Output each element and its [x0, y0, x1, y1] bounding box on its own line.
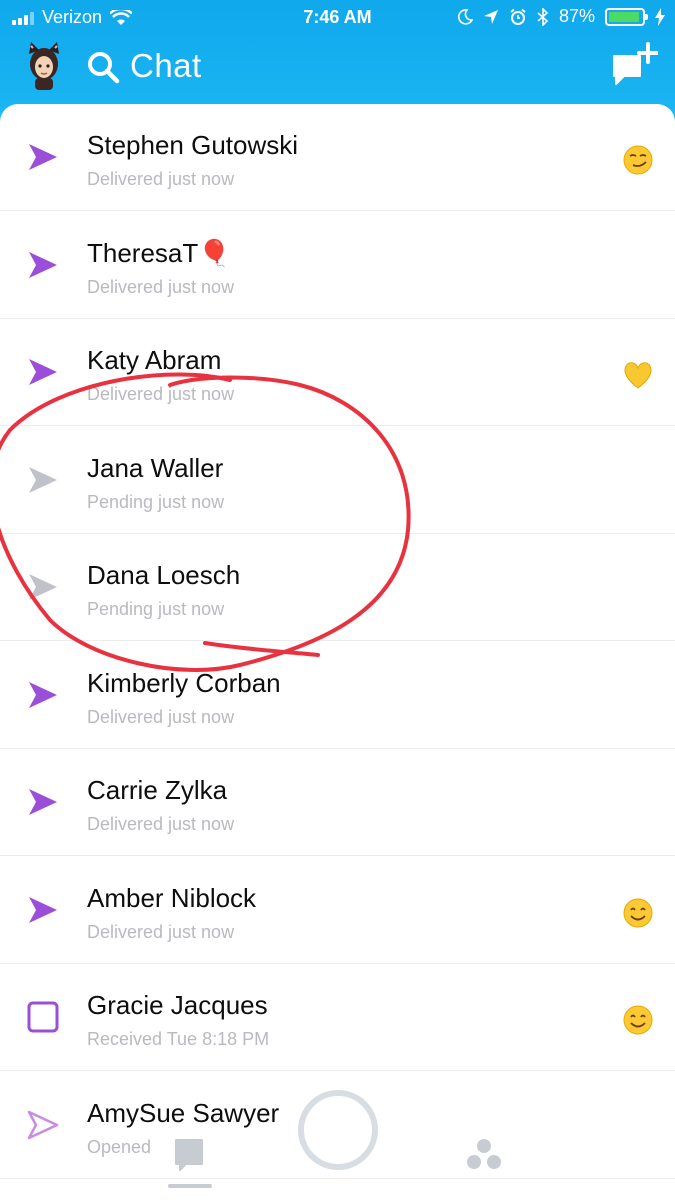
chat-row[interactable]: Amber Niblock Delivered just now [0, 857, 675, 964]
new-chat-icon[interactable] [610, 42, 658, 88]
chat-contact-name: Carrie Zylka [87, 775, 228, 805]
pending-arrow-icon [29, 574, 57, 600]
pending-arrow-icon [29, 466, 57, 493]
smirk-face-icon [623, 145, 653, 175]
chat-contact-name: Jana Waller [87, 452, 224, 483]
chat-row[interactable]: Dana Loesch Pending just now [0, 534, 675, 641]
chat-contact-name: Gracie Jacques [87, 990, 268, 1020]
alarm-icon [510, 8, 526, 25]
search-icon[interactable] [86, 50, 120, 84]
status-bar: Verizon 7:46 AM 87% [0, 0, 675, 36]
delivered-arrow-icon [29, 359, 57, 385]
chat-row[interactable]: Gracie Jacques Received Tue 8:18 PM [0, 964, 675, 1071]
opened-arrow-icon [27, 1110, 59, 1139]
chat-row[interactable]: Kimberly Corban Delivered just now [0, 642, 675, 749]
battery-percent: 87% [558, 6, 595, 26]
chat-header: Chat [0, 36, 675, 102]
chat-status-text: Delivered just now [87, 921, 235, 942]
delivered-arrow-icon [29, 789, 57, 815]
chat-contact-name: Dana Loesch [87, 560, 241, 590]
chat-status-text: Delivered just now [87, 276, 235, 297]
smile-face-icon [623, 898, 653, 927]
chat-row[interactable]: Carrie Zylka Delivered just now [0, 749, 675, 856]
chat-tab-icon[interactable] [166, 1136, 214, 1192]
chat-row[interactable]: Jana Waller Pending just now [0, 427, 675, 534]
page-title: Chat [130, 47, 202, 84]
chat-contact-name: AmySue Sawyer [87, 1097, 280, 1128]
chat-status-text: Delivered just now [87, 814, 235, 834]
chat-status-text: Delivered just now [87, 384, 235, 404]
delivered-arrow-icon [29, 681, 57, 708]
chat-contact-name: Katy Abram [87, 345, 222, 375]
camera-capture-button[interactable] [298, 1090, 378, 1170]
chat-contact-name: Stephen Gutowski [87, 130, 299, 160]
chat-status-text: Received Tue 8:18 PM [87, 1029, 270, 1049]
chat-status-text: Opened [87, 1136, 152, 1157]
chat-row[interactable]: Katy Abram Delivered just now [0, 319, 675, 426]
chat-row[interactable]: TheresaT🎈 Delivered just now [0, 212, 675, 319]
chat-contact-name: TheresaT🎈 [87, 237, 231, 268]
bitmoji-avatar[interactable] [25, 40, 63, 90]
delivered-arrow-icon [29, 144, 57, 170]
charging-bolt-icon [655, 7, 665, 26]
chat-status-text: Delivered just now [87, 169, 235, 189]
location-arrow-icon [483, 9, 498, 24]
chat-contact-name: Kimberly Corban [87, 667, 281, 698]
smile-face-icon [623, 1005, 653, 1035]
chat-status-text: Delivered just now [87, 706, 235, 727]
battery-icon [605, 7, 648, 26]
chat-row[interactable]: Stephen Gutowski Delivered just now [0, 104, 675, 211]
discover-tab-icon[interactable] [464, 1136, 504, 1176]
chat-status-text: Pending just now [87, 599, 225, 619]
received-square-icon [27, 1001, 59, 1033]
chat-list: Stephen Gutowski Delivered just now Theres… [0, 104, 675, 1200]
bluetooth-icon [537, 7, 549, 26]
delivered-arrow-icon [29, 896, 57, 923]
moon-icon [457, 8, 473, 25]
chat-contact-name: Amber Niblock [87, 882, 257, 913]
delivered-arrow-icon [29, 251, 57, 278]
chat-status-text: Pending just now [87, 491, 225, 512]
yellow-heart-icon [624, 362, 652, 389]
